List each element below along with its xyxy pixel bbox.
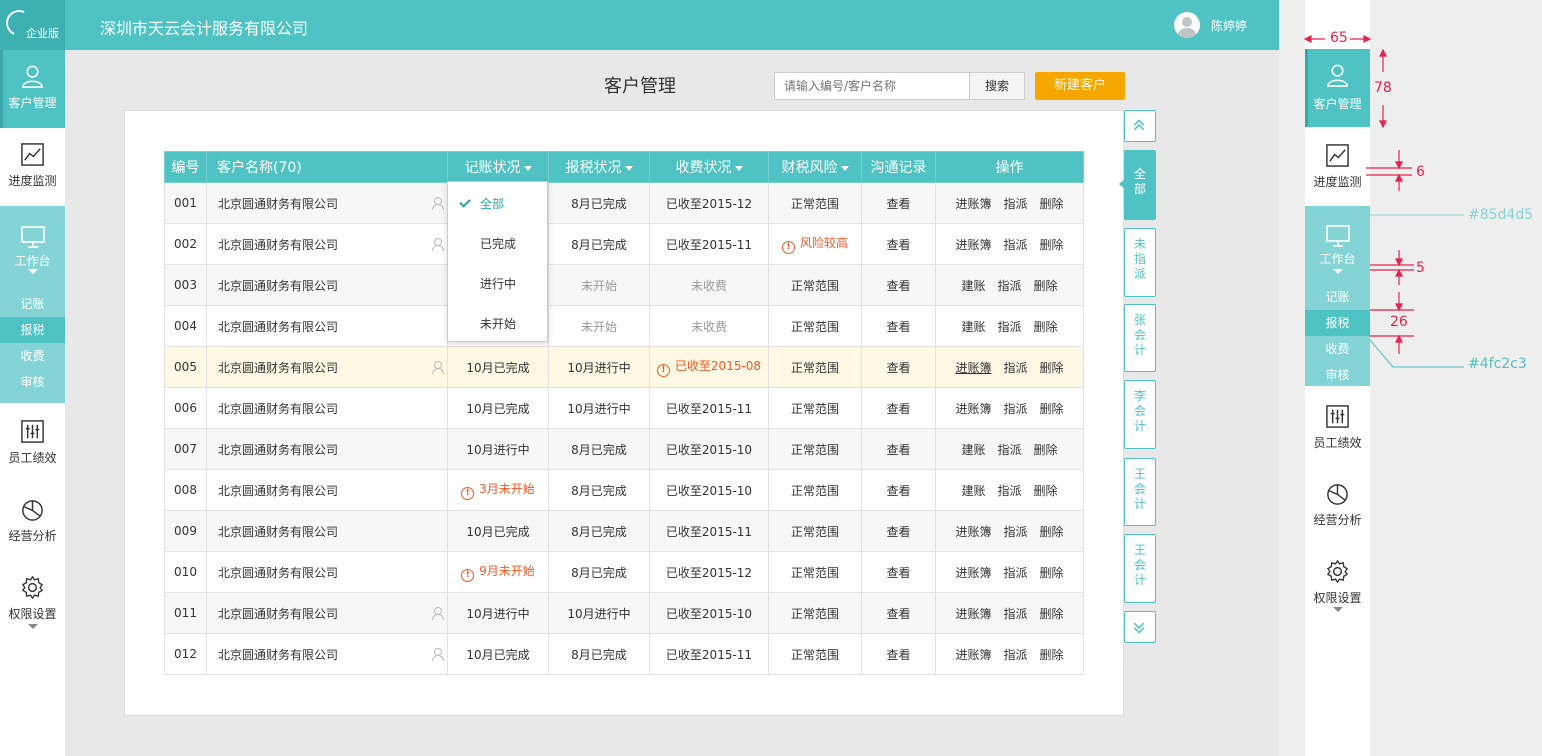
spec-width-label: 65: [1330, 30, 1348, 46]
spec-color-light-label: #85d4d5: [1468, 207, 1534, 223]
spec-height-label: 78: [1374, 80, 1392, 96]
spec-annotation-lines: [1303, 35, 1464, 368]
spec-sub-height-label: 26: [1390, 314, 1408, 330]
spec-gap-label: 6: [1416, 164, 1425, 180]
spec-color-dark-label: #4fc2c3: [1468, 356, 1527, 372]
spec-gap2-label: 5: [1416, 260, 1425, 276]
